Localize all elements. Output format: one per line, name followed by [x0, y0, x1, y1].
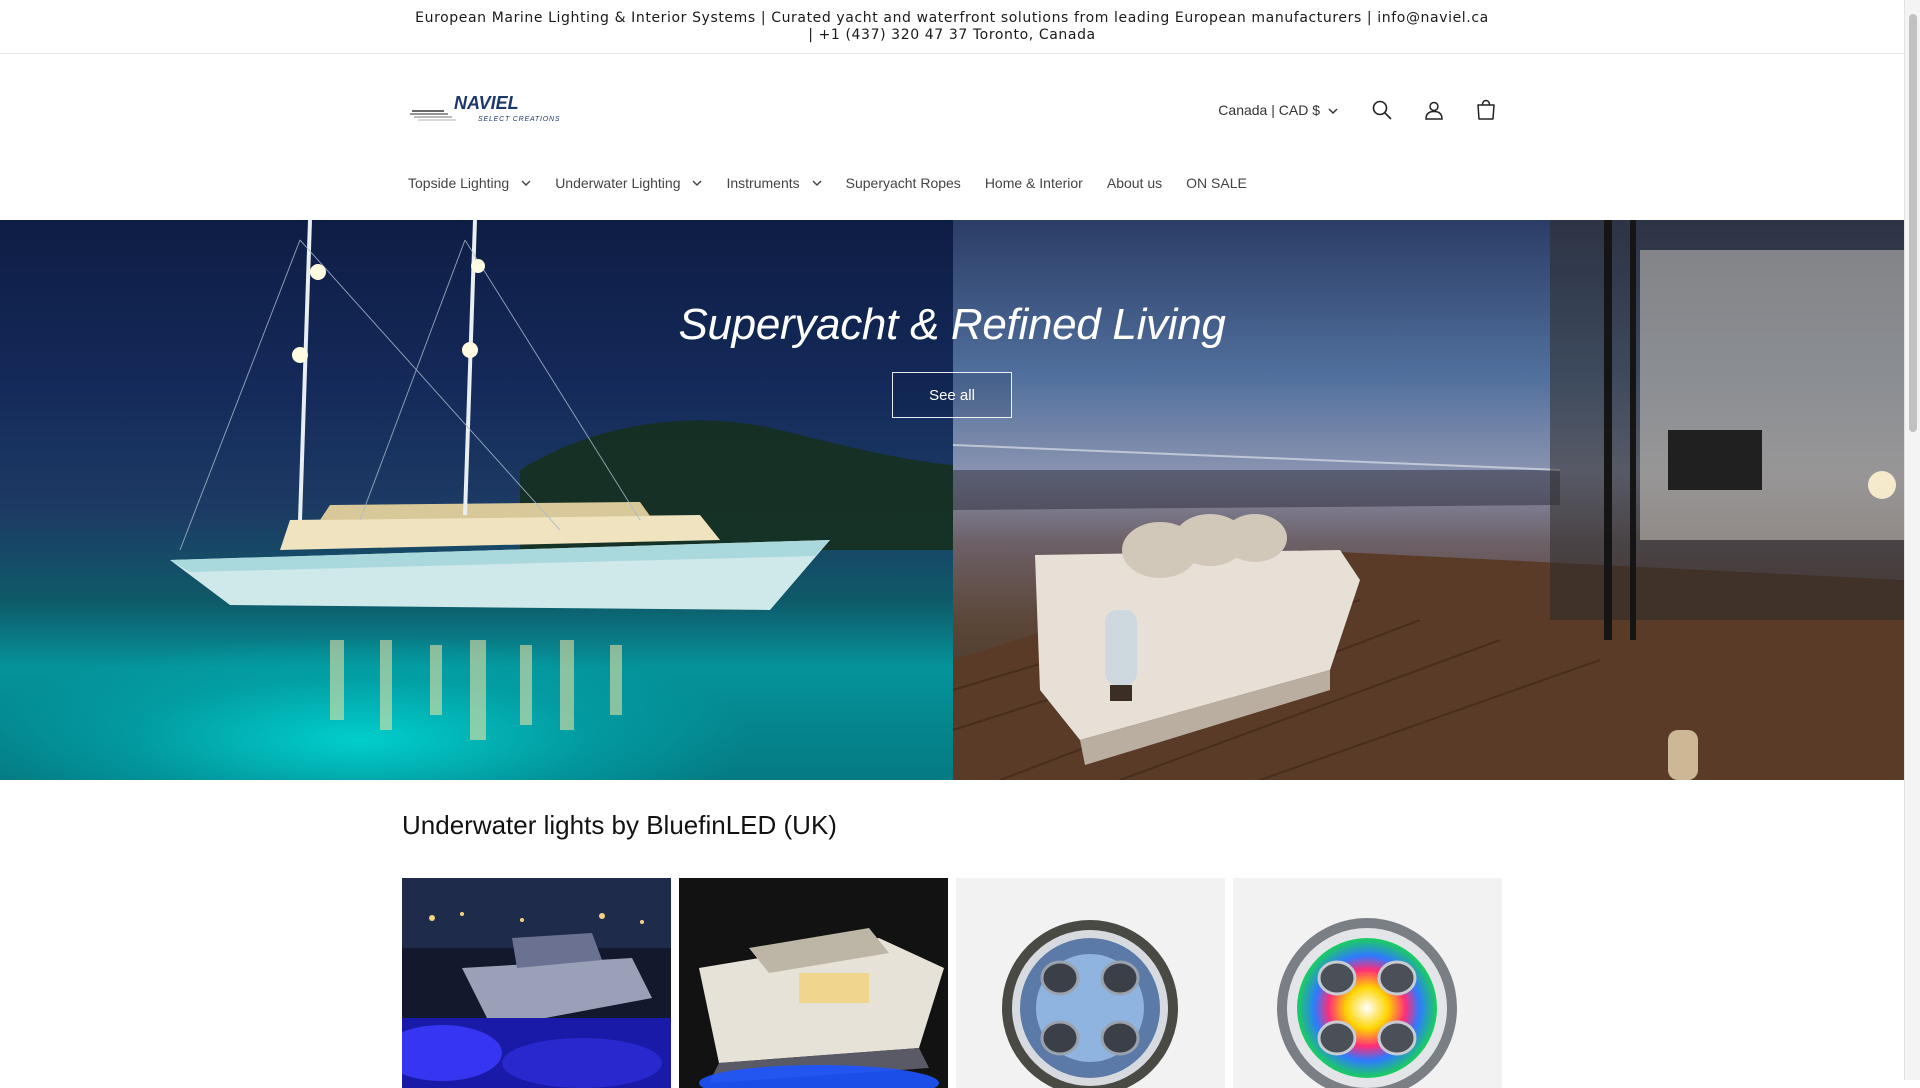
site-logo[interactable]: NAVIEL SELECT CREATIONS [408, 90, 578, 130]
product-grid [402, 878, 1502, 1088]
site-header: NAVIEL SELECT CREATIONS Canada | CAD $ T… [0, 54, 1904, 220]
page-scrollbar[interactable] [1904, 0, 1920, 1080]
chevron-down-icon [812, 180, 822, 186]
nav-item-home-interior[interactable]: Home & Interior [973, 168, 1095, 198]
chevron-down-icon [521, 180, 531, 186]
locale-label: Canada | CAD $ [1218, 102, 1320, 118]
product-card[interactable] [956, 878, 1225, 1088]
nav-item-on-sale[interactable]: ON SALE [1174, 168, 1259, 198]
product-card[interactable] [402, 878, 671, 1088]
hero-content: Superyacht & Refined Living See all [0, 300, 1904, 418]
announcement-bar: European Marine Lighting & Interior Syst… [0, 0, 1904, 54]
scrollbar-thumb[interactable] [1909, 14, 1917, 432]
main-nav: Topside Lighting Underwater Lighting Ins… [396, 168, 1259, 198]
nav-item-topside-lighting[interactable]: Topside Lighting [396, 168, 543, 198]
see-all-button[interactable]: See all [892, 372, 1012, 418]
chevron-down-icon [1328, 102, 1338, 118]
logo-wordmark: NAVIEL [454, 93, 519, 113]
nav-item-superyacht-ropes[interactable]: Superyacht Ropes [834, 168, 973, 198]
search-icon[interactable] [1368, 96, 1396, 124]
nav-item-underwater-lighting[interactable]: Underwater Lighting [543, 168, 714, 198]
product-image [956, 878, 1225, 1088]
hero-banner: Superyacht & Refined Living See all [0, 220, 1904, 780]
account-icon[interactable] [1420, 96, 1448, 124]
product-card[interactable] [679, 878, 948, 1088]
product-image [679, 878, 948, 1088]
announcement-text: European Marine Lighting & Interior Syst… [415, 9, 1489, 43]
country-currency-selector[interactable]: Canada | CAD $ [1212, 102, 1344, 118]
logo-tagline: SELECT CREATIONS [478, 116, 560, 123]
collection-title: Underwater lights by BluefinLED (UK) [402, 810, 837, 840]
product-image [402, 878, 671, 1088]
chevron-down-icon [692, 180, 702, 186]
product-image [1233, 878, 1502, 1088]
cart-icon[interactable] [1472, 96, 1500, 124]
nav-item-about-us[interactable]: About us [1095, 168, 1174, 198]
hero-title: Superyacht & Refined Living [678, 300, 1226, 349]
product-card[interactable] [1233, 878, 1502, 1088]
nav-item-instruments[interactable]: Instruments [714, 168, 833, 198]
